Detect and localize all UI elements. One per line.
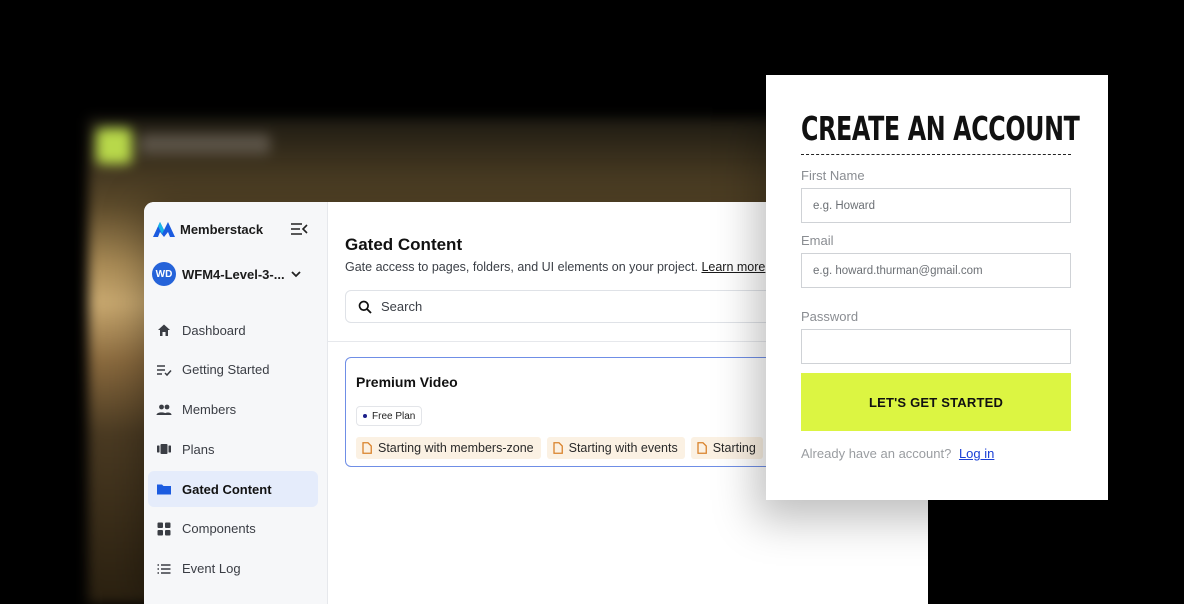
people-icon bbox=[156, 402, 172, 418]
memberstack-logo-icon bbox=[153, 222, 175, 237]
page-subtitle: Gate access to pages, folders, and UI el… bbox=[345, 260, 765, 274]
sidebar-item-members[interactable]: Members bbox=[148, 392, 318, 428]
chevron-down-icon bbox=[290, 271, 301, 278]
form-title: CREATE AN ACCOUNT bbox=[801, 109, 1080, 148]
checklist-icon bbox=[156, 362, 172, 378]
document-icon bbox=[697, 442, 707, 454]
background-logo-wordmark bbox=[140, 134, 270, 154]
sidebar-item-label: Dashboard bbox=[182, 322, 246, 338]
password-label: Password bbox=[801, 309, 859, 324]
plan-badge-label: Free Plan bbox=[372, 410, 416, 422]
gated-tags: Starting with members-zone Starting with… bbox=[356, 437, 769, 459]
page-subtitle-text: Gate access to pages, folders, and UI el… bbox=[345, 260, 698, 274]
sidebar-nav: Dashboard Getting Started Members Plans bbox=[148, 312, 318, 591]
sidebar-item-label: Components bbox=[182, 521, 256, 537]
plan-badge: Free Plan bbox=[356, 406, 423, 426]
grid-icon bbox=[156, 521, 172, 537]
sidebar-item-label: Plans bbox=[182, 441, 215, 457]
list-icon bbox=[156, 561, 172, 577]
login-link[interactable]: Log in bbox=[959, 446, 994, 461]
first-name-label: First Name bbox=[801, 168, 865, 183]
sidebar-item-gated-content[interactable]: Gated Content bbox=[148, 471, 318, 508]
tag-item[interactable]: Starting with members-zone bbox=[356, 437, 541, 459]
sidebar-item-dashboard[interactable]: Dashboard bbox=[148, 312, 318, 348]
password-field[interactable] bbox=[801, 329, 1071, 364]
sidebar-item-plans[interactable]: Plans bbox=[148, 431, 318, 467]
search-icon bbox=[358, 300, 372, 314]
tag-label: Starting bbox=[712, 441, 756, 455]
first-name-field[interactable]: e.g. Howard bbox=[801, 188, 1071, 223]
card-title: Premium Video bbox=[356, 374, 458, 390]
plans-icon bbox=[156, 441, 172, 457]
sidebar-item-label: Getting Started bbox=[182, 362, 270, 378]
brand-name: Memberstack bbox=[180, 221, 264, 237]
email-label: Email bbox=[801, 233, 834, 248]
search-placeholder: Search bbox=[381, 299, 423, 314]
login-prompt: Already have an account? Log in bbox=[801, 446, 994, 461]
tag-label: Starting with events bbox=[568, 441, 678, 455]
sidebar-item-label: Members bbox=[182, 402, 237, 418]
page-title: Gated Content bbox=[345, 235, 463, 254]
tag-item[interactable]: Starting bbox=[690, 437, 763, 459]
email-field[interactable]: e.g. howard.thurman@gmail.com bbox=[801, 253, 1071, 288]
plan-dot-icon bbox=[363, 414, 367, 418]
tag-item[interactable]: Starting with events bbox=[546, 437, 685, 459]
sidebar-item-getting-started[interactable]: Getting Started bbox=[148, 352, 318, 388]
title-divider bbox=[801, 154, 1071, 155]
workspace-name: WFM4-Level-3-... bbox=[182, 266, 285, 282]
sidebar-item-event-log[interactable]: Event Log bbox=[148, 551, 318, 587]
create-account-form: CREATE AN ACCOUNT First Name e.g. Howard… bbox=[766, 75, 1108, 500]
tag-label: Starting with members-zone bbox=[378, 441, 534, 455]
sidebar-item-label: Event Log bbox=[182, 561, 241, 577]
workspace-avatar: WD bbox=[152, 262, 176, 286]
sidebar-item-components[interactable]: Components bbox=[148, 511, 318, 547]
sidebar: Memberstack WD WFM4-Level-3-... Dashboar… bbox=[144, 202, 328, 604]
get-started-button[interactable]: LET'S GET STARTED bbox=[801, 373, 1071, 431]
brand[interactable]: Memberstack bbox=[152, 220, 263, 238]
home-icon bbox=[156, 322, 172, 338]
login-prompt-text: Already have an account? bbox=[801, 446, 952, 461]
collapse-sidebar-icon[interactable] bbox=[290, 222, 308, 236]
sidebar-item-label: Gated Content bbox=[182, 481, 272, 497]
folder-icon bbox=[156, 481, 172, 497]
workspace-switcher[interactable]: WD WFM4-Level-3-... bbox=[152, 262, 301, 286]
background-logo-icon bbox=[96, 128, 132, 164]
learn-more-link[interactable]: Learn more bbox=[701, 260, 765, 274]
document-icon bbox=[552, 442, 563, 454]
document-icon bbox=[362, 442, 372, 454]
